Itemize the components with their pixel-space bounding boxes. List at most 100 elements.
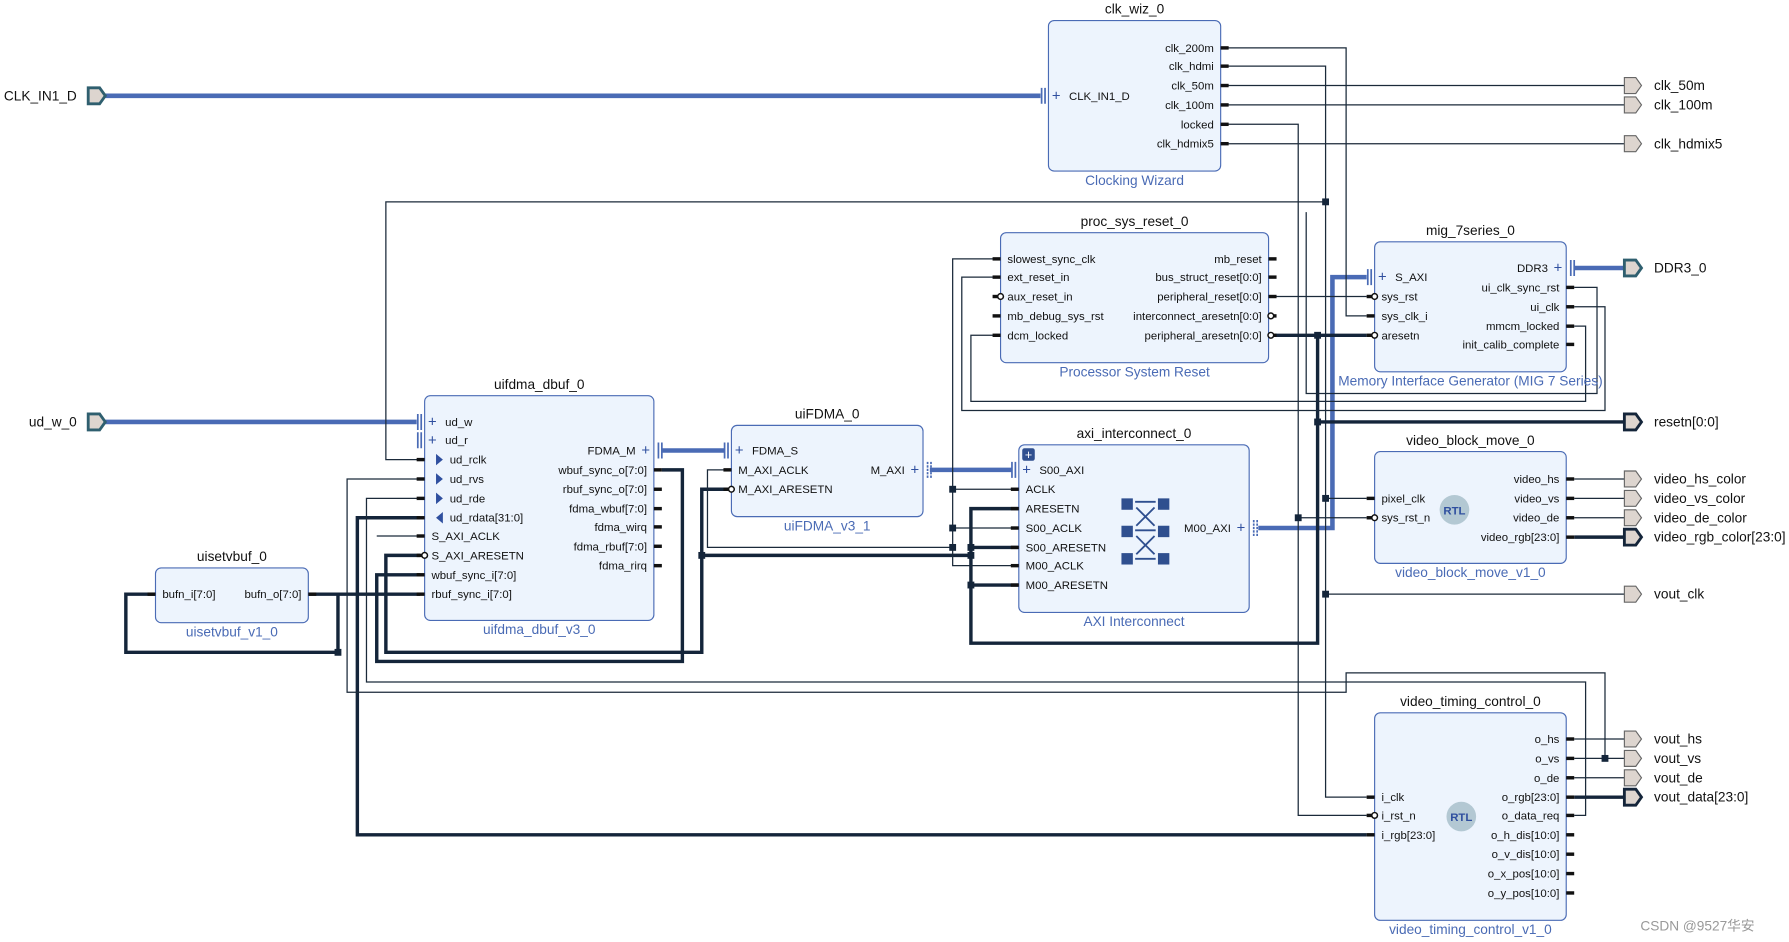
port-pin[interactable] xyxy=(653,544,662,548)
port-pin[interactable] xyxy=(1366,833,1375,837)
input-port-icon[interactable] xyxy=(86,412,108,432)
output-port-icon[interactable] xyxy=(1622,258,1644,278)
port-pin[interactable] xyxy=(1566,871,1575,876)
port-pin[interactable] xyxy=(1220,122,1229,127)
port-pin[interactable] xyxy=(1010,506,1019,511)
port-pin[interactable] xyxy=(1220,83,1229,88)
port-pin[interactable] xyxy=(416,477,425,481)
external-port-video_hs_color[interactable]: video_hs_color xyxy=(1623,470,1746,488)
port-pin[interactable] xyxy=(1566,737,1575,741)
external-port-vout_clk[interactable]: vout_clk xyxy=(1623,585,1704,603)
external-port-CLK_IN1_D[interactable]: CLK_IN1_D xyxy=(4,86,108,106)
external-port-clk_50m[interactable]: clk_50m xyxy=(1623,76,1705,95)
port-pin[interactable] xyxy=(1566,324,1575,328)
expand-plus-icon[interactable]: + xyxy=(428,415,437,431)
block-design-canvas[interactable]: clk_wiz_0 Clocking Wizard + CLK_IN1_D clk_20… xyxy=(0,0,1789,942)
port-pin[interactable] xyxy=(1268,294,1277,299)
port-pin[interactable] xyxy=(1220,46,1229,50)
output-port-icon[interactable] xyxy=(1623,769,1643,787)
block-axi_interconnect_0[interactable]: axi_interconnect_0 AXI Interconnect + S00_A… xyxy=(1010,426,1259,629)
port-pin[interactable] xyxy=(1366,314,1375,318)
block-clk_wiz_0[interactable]: clk_wiz_0 Clocking Wizard + CLK_IN1_D clk_20… xyxy=(1040,2,1229,188)
block-uifdma_dbuf_0[interactable]: uifdma_dbuf_0 uifdma_dbuf_v3_0 + ud_w + ud_ru… xyxy=(416,377,663,637)
expand-plus-icon[interactable]: + xyxy=(641,443,650,459)
output-port-icon[interactable] xyxy=(1623,96,1643,114)
port-pin[interactable] xyxy=(653,506,662,511)
output-port-icon[interactable] xyxy=(1623,509,1643,527)
port-pin[interactable] xyxy=(147,592,156,596)
output-port-icon[interactable] xyxy=(1622,527,1644,547)
port-pin[interactable] xyxy=(1566,342,1575,347)
output-port-icon[interactable] xyxy=(1622,787,1644,807)
port-pin[interactable] xyxy=(653,468,662,472)
port-pin[interactable] xyxy=(1010,545,1019,550)
external-port-DDR3_0[interactable]: DDR3_0 xyxy=(1622,258,1707,278)
output-port-icon[interactable] xyxy=(1623,76,1643,95)
port-pin[interactable] xyxy=(1268,257,1277,261)
external-port-vout_vs[interactable]: vout_vs xyxy=(1623,749,1701,767)
block-body[interactable] xyxy=(1374,451,1567,564)
port-pin[interactable] xyxy=(308,592,317,596)
block-uisetvbuf_0[interactable]: uisetvbuf_0 uisetvbuf_v1_0 bufn_i[7:0] bufn… xyxy=(147,549,317,639)
expand-plus-icon[interactable]: + xyxy=(1378,270,1387,286)
port-pin[interactable] xyxy=(1566,813,1575,818)
output-port-icon[interactable] xyxy=(1623,135,1643,153)
port-pin[interactable] xyxy=(653,487,662,491)
block-video_timing_control_0[interactable]: video_timing_control_0 video_timing_contr… xyxy=(1366,694,1575,937)
port-pin[interactable] xyxy=(1220,141,1229,146)
port-pin[interactable] xyxy=(1566,891,1575,895)
port-pin[interactable] xyxy=(1566,305,1575,309)
port-pin[interactable] xyxy=(1566,535,1575,539)
input-port-icon[interactable] xyxy=(86,86,108,106)
output-port-icon[interactable] xyxy=(1623,489,1643,507)
expand-plus-icon[interactable]: + xyxy=(1554,261,1563,277)
port-pin[interactable] xyxy=(1010,583,1019,587)
port-pin[interactable] xyxy=(1566,776,1575,780)
external-port-clk_hdmix5[interactable]: clk_hdmix5 xyxy=(1623,135,1723,153)
block-uiFDMA_0[interactable]: uiFDMA_0 uiFDMA_v3_1 + FDMA_S M_AXI_ACLK M_AX… xyxy=(723,407,932,534)
port-pin[interactable] xyxy=(1566,477,1575,481)
port-pin[interactable] xyxy=(992,314,1001,318)
external-port-video_vs_color[interactable]: video_vs_color xyxy=(1623,489,1746,507)
port-pin[interactable] xyxy=(416,496,425,501)
output-port-icon[interactable] xyxy=(1623,470,1643,488)
external-port-clk_100m[interactable]: clk_100m xyxy=(1623,96,1713,114)
port-pin[interactable] xyxy=(1566,833,1575,837)
external-port-ud_w_0[interactable]: ud_w_0 xyxy=(29,412,108,432)
port-pin[interactable] xyxy=(992,257,1001,261)
expand-plus-icon[interactable]: + xyxy=(1237,521,1246,537)
port-pin[interactable] xyxy=(653,563,662,568)
port-pin[interactable] xyxy=(416,534,425,538)
expand-plus-icon[interactable]: + xyxy=(910,462,919,478)
port-pin[interactable] xyxy=(1010,487,1019,491)
port-pin[interactable] xyxy=(1566,285,1575,290)
port-pin[interactable] xyxy=(1220,64,1229,68)
port-pin[interactable] xyxy=(416,592,425,596)
external-port-video_rgb_color230[interactable]: video_rgb_color[23:0] xyxy=(1622,527,1786,547)
port-pin[interactable] xyxy=(723,468,732,472)
expand-plus-icon[interactable]: + xyxy=(1052,88,1061,104)
port-pin[interactable] xyxy=(1010,526,1019,530)
port-pin[interactable] xyxy=(992,275,1001,279)
block-proc_sys_reset_0[interactable]: proc_sys_reset_0 Processor System Reset sl… xyxy=(992,214,1277,380)
expand-plus-icon[interactable]: + xyxy=(1022,462,1031,478)
port-pin[interactable] xyxy=(653,525,662,529)
external-port-video_de_color[interactable]: video_de_color xyxy=(1623,509,1747,527)
port-pin[interactable] xyxy=(1366,795,1375,799)
external-port-vout_de[interactable]: vout_de xyxy=(1623,769,1703,787)
port-pin[interactable] xyxy=(1268,275,1277,279)
block-video_block_move_0[interactable]: video_block_move_0 video_block_move_v1_0 p… xyxy=(1366,433,1575,580)
external-port-vout_data230[interactable]: vout_data[23:0] xyxy=(1622,787,1748,807)
port-pin[interactable] xyxy=(1366,496,1375,501)
expand-plus-icon[interactable]: + xyxy=(735,443,744,459)
block-mig_7series_0[interactable]: mig_7series_0 Memory Interface Generator … xyxy=(1338,223,1602,389)
port-pin[interactable] xyxy=(1566,795,1575,799)
port-pin[interactable] xyxy=(1566,756,1575,761)
port-pin[interactable] xyxy=(416,516,425,520)
port-pin[interactable] xyxy=(1566,496,1575,501)
port-pin[interactable] xyxy=(1010,563,1019,568)
port-pin[interactable] xyxy=(1566,852,1575,856)
port-pin[interactable] xyxy=(416,457,425,462)
external-port-vout_hs[interactable]: vout_hs xyxy=(1623,730,1702,748)
port-pin[interactable] xyxy=(416,573,425,577)
